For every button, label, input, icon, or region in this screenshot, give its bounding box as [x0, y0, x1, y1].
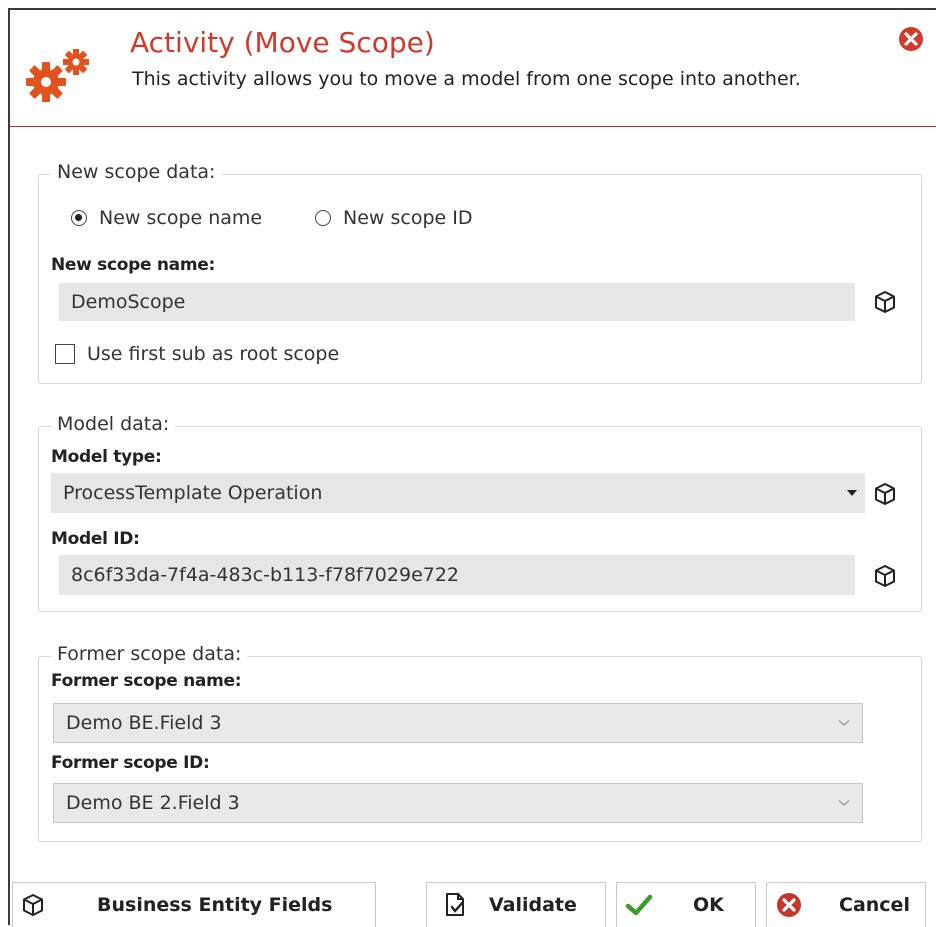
new-scope-name-label: New scope name:	[51, 255, 215, 275]
cancel-label: Cancel	[839, 894, 910, 916]
radio-new-scope-id[interactable]: New scope ID	[315, 207, 472, 229]
business-entity-fields-label: Business Entity Fields	[97, 894, 333, 916]
former-scope-group: Former scope data: Former scope name: De…	[38, 643, 922, 842]
validate-document-icon	[446, 893, 465, 916]
chevron-down-icon	[838, 719, 850, 726]
close-icon[interactable]	[898, 26, 924, 52]
radio-checked-icon	[71, 210, 87, 226]
dialog-footer: Business Entity Fields Validate OK Cance…	[10, 882, 936, 927]
cube-icon	[23, 894, 43, 916]
former-scope-id-label: Former scope ID:	[51, 753, 210, 773]
former-scope-name-label: Former scope name:	[51, 671, 242, 691]
model-data-group: Model data: Model type: ProcessTemplate …	[38, 413, 922, 612]
dialog-subtitle: This activity allows you to move a model…	[132, 68, 801, 90]
model-type-value: ProcessTemplate Operation	[63, 482, 323, 504]
business-entity-fields-button[interactable]: Business Entity Fields	[12, 882, 376, 927]
ok-button[interactable]: OK	[616, 882, 756, 927]
new-scope-name-input[interactable]: DemoScope	[59, 283, 855, 321]
dropdown-caret-icon[interactable]	[847, 490, 857, 496]
radio-new-scope-name-label: New scope name	[99, 207, 263, 229]
cancel-icon	[777, 893, 801, 917]
model-type-combobox[interactable]: ProcessTemplate Operation	[51, 473, 865, 513]
ok-label: OK	[693, 894, 724, 916]
former-scope-legend: Former scope data:	[51, 643, 248, 665]
validate-button[interactable]: Validate	[426, 882, 606, 927]
model-data-legend: Model data:	[51, 413, 176, 435]
dialog-window: Activity (Move Scope) This activity allo…	[8, 8, 936, 927]
cancel-button[interactable]: Cancel	[766, 882, 926, 927]
former-scope-id-value: Demo BE 2.Field 3	[66, 792, 240, 814]
radio-new-scope-id-label: New scope ID	[343, 207, 473, 229]
dialog-title: Activity (Move Scope)	[130, 26, 435, 59]
dialog-header: Activity (Move Scope) This activity allo…	[10, 10, 936, 127]
model-type-label: Model type:	[51, 447, 162, 467]
chevron-down-icon	[838, 799, 850, 806]
cube-icon[interactable]	[873, 564, 897, 588]
checkmark-icon	[625, 894, 653, 916]
new-scope-legend: New scope data:	[51, 161, 222, 183]
checkbox-box	[55, 344, 75, 364]
use-first-sub-checkbox[interactable]: Use first sub as root scope	[55, 343, 339, 365]
use-first-sub-label: Use first sub as root scope	[87, 343, 340, 365]
model-id-input[interactable]: 8c6f33da-7f4a-483c-b113-f78f7029e722	[59, 555, 855, 595]
validate-label: Validate	[489, 894, 577, 916]
former-scope-name-value: Demo BE.Field 3	[66, 712, 222, 734]
gears-icon	[26, 49, 89, 102]
former-scope-name-select[interactable]: Demo BE.Field 3	[53, 703, 863, 743]
radio-new-scope-name[interactable]: New scope name	[71, 207, 262, 229]
former-scope-id-select[interactable]: Demo BE 2.Field 3	[53, 783, 863, 823]
cube-icon[interactable]	[873, 482, 897, 506]
new-scope-group: New scope data: New scope name New scope…	[38, 161, 922, 384]
radio-unchecked-icon	[315, 210, 331, 226]
model-id-label: Model ID:	[51, 529, 140, 549]
cube-icon[interactable]	[873, 290, 897, 314]
